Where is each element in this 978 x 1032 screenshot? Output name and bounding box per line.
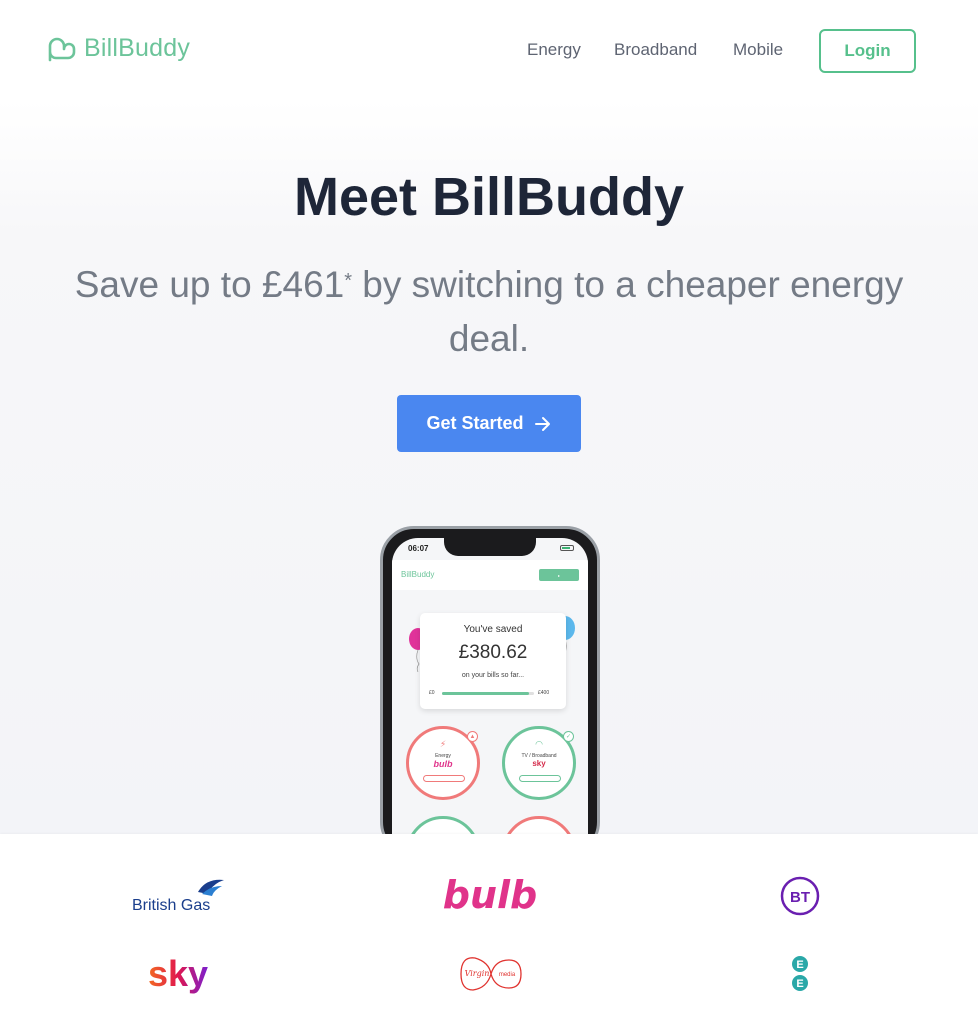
savings-card: You've saved £380.62 on your bills so fa… — [420, 613, 566, 709]
service-card-broadband: ✓ ◠ TV / Broadband sky — [502, 726, 576, 800]
svg-text:Virgin: Virgin — [465, 969, 490, 978]
svg-text:E: E — [796, 978, 803, 990]
phone-screen: 06:07 BillBuddy ▸ You've saved £380.62 o… — [392, 538, 588, 868]
app-login-button: ▸ — [539, 569, 579, 581]
brand-logo[interactable]: BillBuddy — [46, 32, 190, 64]
savings-subtitle: on your bills so far... — [461, 672, 525, 679]
service-card-energy: ▲ ⚡ Energy bulb — [406, 726, 480, 800]
energy-icon: ⚡ — [439, 739, 447, 749]
brand-name: BillBuddy — [84, 33, 191, 62]
savings-progress — [442, 692, 534, 695]
phone-notch — [444, 538, 536, 556]
phone-mockup: 06:07 BillBuddy ▸ You've saved £380.62 o… — [380, 526, 600, 868]
service-action-energy — [423, 775, 465, 782]
nav-link-energy[interactable]: Energy — [527, 40, 581, 60]
site-header: BillBuddy Energy Broadband Mobile Login — [0, 0, 978, 100]
service-brand-sky: sky — [532, 759, 546, 768]
savings-amount: £380.62 — [458, 642, 528, 663]
nav-link-broadband[interactable]: Broadband — [614, 40, 697, 60]
svg-text:E: E — [796, 959, 803, 971]
wifi-icon: ◠ — [535, 739, 543, 749]
battery-icon — [560, 545, 574, 551]
british-gas-wordmark: British Gas — [132, 897, 210, 914]
get-started-label: Get Started — [426, 413, 524, 433]
sky-wordmark: sky — [148, 953, 208, 994]
sky-logo: sky — [138, 952, 218, 996]
british-gas-logo: British Gas — [128, 874, 228, 914]
bt-logo: BT — [778, 874, 822, 918]
footnote-marker: * — [344, 270, 353, 292]
bt-wordmark: BT — [790, 889, 810, 906]
hero-subtitle-rest: by switching to a cheaper energy deal. — [352, 264, 904, 359]
range-min: £0 — [429, 690, 435, 696]
hero-title: Meet BillBuddy — [293, 167, 685, 227]
svg-text:media: media — [499, 972, 516, 978]
login-button[interactable]: Login — [819, 29, 916, 73]
billbuddy-logo-icon — [48, 37, 76, 62]
bulb-logo: bulb — [440, 872, 540, 918]
page: BillBuddy Energy Broadband Mobile Login … — [0, 0, 978, 1032]
app-header: BillBuddy ▸ — [392, 560, 588, 590]
arrow-right-icon — [534, 416, 550, 431]
hero-subtitle: Save up to £461* by switching to a cheap… — [40, 258, 938, 366]
bulb-wordmark: bulb — [443, 873, 537, 917]
status-time: 06:07 — [408, 544, 429, 553]
savings-title: You've saved — [463, 624, 523, 635]
virgin-media-logo: Virgin media — [455, 952, 525, 996]
partner-logos: British Gas bulb BT sky Virgin media E E — [0, 834, 978, 1032]
savings-progress-fill — [442, 692, 530, 695]
service-action-broadband — [519, 775, 561, 782]
range-max: £400 — [538, 690, 550, 696]
service-brand-bulb: bulb — [433, 759, 453, 769]
get-started-button[interactable]: Get Started — [397, 395, 581, 452]
hero-subtitle-saving: Save up to £461 — [74, 264, 345, 305]
app-logo: BillBuddy — [401, 570, 435, 579]
ee-logo: E E — [788, 954, 812, 994]
nav-link-mobile[interactable]: Mobile — [733, 40, 783, 60]
